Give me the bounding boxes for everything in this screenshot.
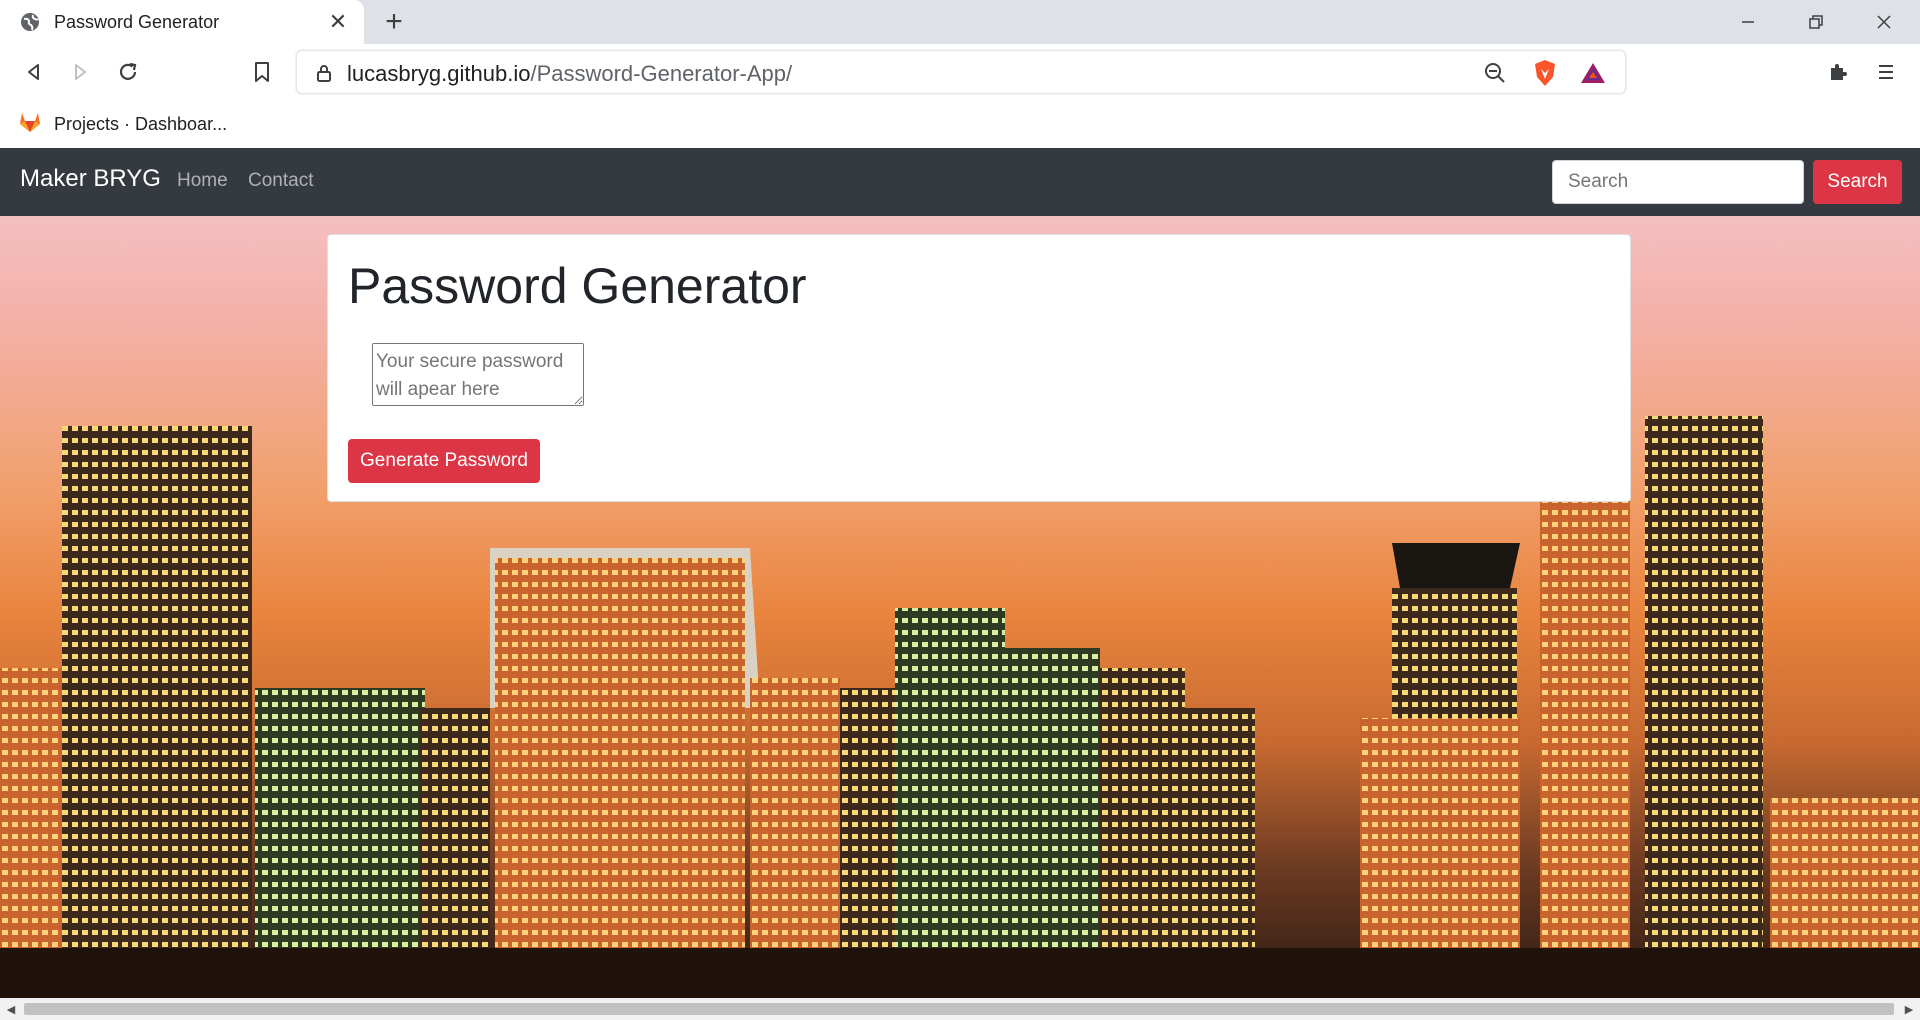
url-text: lucasbryg.github.io/Password-Generator-A… [347,61,793,86]
search-input[interactable] [1552,160,1804,204]
tab-strip: Password Generator ✕ + [0,0,1920,44]
lock-icon [315,63,333,83]
plus-icon[interactable]: + [378,5,410,38]
brave-shield-icon[interactable] [1531,59,1559,87]
bookmark-icon[interactable] [242,52,282,92]
bookmarks-bar: Projects · Dashboar... [0,100,1920,148]
globe-icon [20,12,40,32]
extensions-icon[interactable] [1818,52,1858,92]
site-navbar: Maker BRYG Home Contact Search [0,148,1920,216]
menu-icon[interactable] [1866,52,1906,92]
gitlab-icon [18,111,42,138]
back-icon[interactable] [14,52,54,92]
nav-link-contact[interactable]: Contact [248,170,313,192]
password-output-field[interactable] [372,343,584,406]
browser-toolbar: lucasbryg.github.io/Password-Generator-A… [0,44,1920,100]
scroll-left-icon[interactable]: ◀ [0,998,22,1020]
navbar-brand[interactable]: Maker BRYG [20,165,161,193]
nav-link-home[interactable]: Home [177,170,228,192]
search-button[interactable]: Search [1813,160,1902,204]
tab-title: Password Generator [54,11,220,32]
generate-password-button[interactable]: Generate Password [348,439,540,483]
scroll-right-icon[interactable]: ▶ [1898,998,1920,1020]
scrollbar-thumb[interactable] [24,1003,1894,1015]
page-title: Password Generator [348,258,807,314]
restore-icon[interactable] [1782,0,1850,44]
close-icon[interactable]: ✕ [324,8,352,36]
bookmark-projects[interactable]: Projects · Dashboar... [18,108,227,140]
reload-icon[interactable] [108,52,148,92]
minimize-icon[interactable] [1714,0,1782,44]
forward-icon[interactable] [60,52,100,92]
browser-tab[interactable]: Password Generator ✕ [0,0,364,44]
horizontal-scrollbar[interactable]: ◀ ▶ [0,998,1920,1020]
address-bar[interactable]: lucasbryg.github.io/Password-Generator-A… [296,50,1626,94]
password-generator-card: Password Generator Generate Password [327,234,1631,502]
web-page: Maker BRYG Home Contact Search Password … [0,148,1920,998]
window-close-icon[interactable] [1850,0,1918,44]
zoom-out-icon[interactable] [1481,59,1509,87]
bat-rewards-icon[interactable] [1579,59,1607,87]
bookmark-label: Projects · Dashboar... [54,113,228,134]
